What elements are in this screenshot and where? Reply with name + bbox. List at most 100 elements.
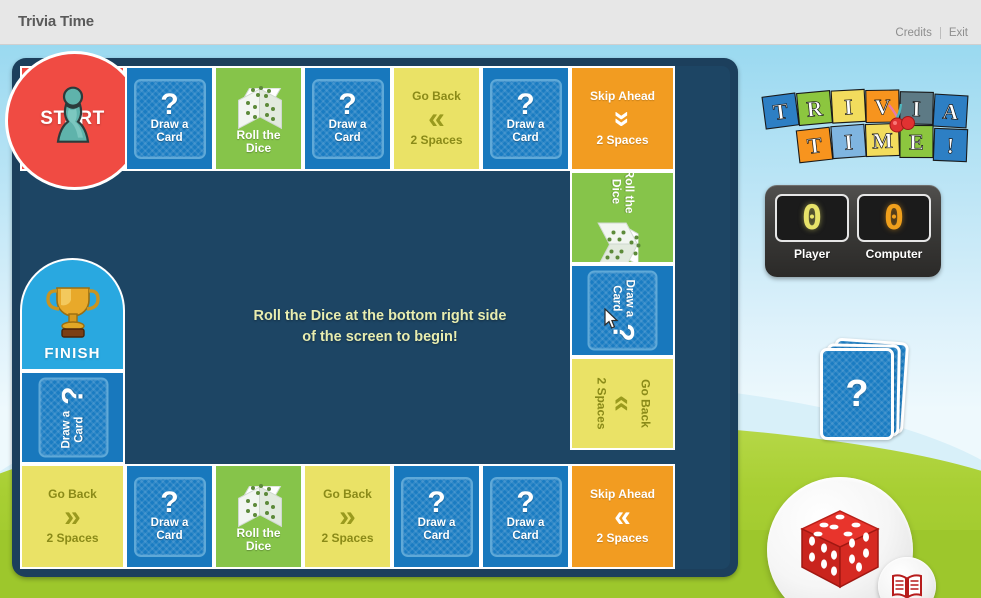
app-header-bar: Trivia Time Credits Exit (0, 0, 981, 45)
tile-label-line1: Draw a (150, 516, 189, 529)
logo-letter: I (912, 96, 921, 121)
game-board: START ? Draw a Card (5, 51, 738, 577)
tile-bottom-6-draw-card[interactable]: ? Draw a Card (481, 464, 570, 569)
question-mark-icon: ? (427, 486, 446, 520)
chevron-right-icon: » (339, 499, 356, 533)
tile-label-line2: Card (423, 530, 450, 543)
tile-label-bottom: 2 Spaces (321, 530, 374, 545)
rotated-content: Go Back « 2 Spaces (578, 359, 667, 448)
tile-label-bottom: 2 Spaces (594, 377, 609, 430)
tile-label-line1: Draw a (150, 118, 189, 131)
tile-label-line2: Card (156, 132, 183, 145)
instruction-line-2: of the screen to begin! (302, 329, 458, 346)
logo-letter: A (942, 99, 959, 125)
move-graphic: Go Back « 2 Spaces (410, 90, 462, 147)
player-score-value: 0 (801, 198, 823, 238)
computer-score-label: Computer (865, 247, 923, 261)
dice-icon (597, 222, 644, 262)
credits-link[interactable]: Credits (895, 27, 931, 39)
tile-label-line1: Draw a (622, 279, 635, 318)
tile-bottom-1-go-back[interactable]: Go Back » 2 Spaces (20, 464, 125, 569)
tile-right-2-draw-card[interactable]: Draw a Card ? (570, 264, 675, 357)
question-mark-icon: ? (338, 88, 357, 122)
tile-bottom-5-draw-card[interactable]: ? Draw a Card (392, 464, 481, 569)
trivia-time-logo: TRIVIA T I M E! (761, 88, 969, 164)
board-instruction-message: Roll the Dice at the bottom right side o… (180, 306, 580, 348)
tile-label-line1: Roll the (236, 525, 281, 540)
tile-finish[interactable]: FINISH (20, 258, 125, 371)
pawn-icon (56, 86, 89, 143)
logo-letter-tile: A (932, 93, 969, 129)
tile-top-4-go-back[interactable]: Go Back « 2 Spaces (392, 66, 481, 171)
tile-label-line2: Card (334, 132, 361, 145)
dice-icon (237, 481, 282, 527)
tile-label-line1: Draw a (60, 410, 73, 449)
logo-letter: E (909, 129, 924, 154)
tile-label-bottom: 2 Spaces (596, 530, 649, 545)
card-graphic: ? Draw a Card (489, 78, 562, 159)
book-icon (892, 574, 922, 598)
player-score-display: 0 (775, 194, 849, 242)
logo-letter-tile: T (761, 92, 800, 130)
chevron-right-icon: » (64, 499, 81, 533)
question-mark-icon: ? (160, 88, 179, 122)
move-graphic: Go Back « 2 Spaces (594, 377, 652, 430)
tile-label-line1: Draw a (328, 118, 367, 131)
tile-label-line1: Roll the (622, 171, 637, 214)
card-graphic: Draw a Card ? (587, 270, 658, 351)
tile-top-2-roll-dice[interactable]: Roll the Dice (214, 66, 303, 171)
tile-label-line2: Card (156, 530, 183, 543)
tile-right-3-go-back[interactable]: Go Back « 2 Spaces (570, 357, 675, 450)
tile-label-line1: Draw a (417, 516, 456, 529)
game-stage: START ? Draw a Card (0, 45, 981, 598)
header-links: Credits Exit (895, 27, 968, 39)
tile-top-5-draw-card[interactable]: ? Draw a Card (481, 66, 570, 171)
rotated-content: Roll the Dice (578, 171, 667, 262)
header-divider (939, 27, 941, 39)
card-graphic: ? Draw a Card (133, 78, 206, 159)
question-mark-icon: ? (516, 88, 535, 122)
card-graphic: ? Draw a Card (400, 476, 473, 557)
tile-label-line2: Dice (245, 140, 272, 155)
scoreboard: 0 Player 0 Computer (765, 185, 941, 277)
tile-bottom-2-draw-card[interactable]: ? Draw a Card (125, 464, 214, 569)
tile-label-bottom: 2 Spaces (46, 530, 99, 545)
move-graphic: Skip Ahead « 2 Spaces (590, 488, 655, 545)
tile-label-line2: Card (72, 416, 85, 443)
logo-letter-tile: T (795, 126, 834, 164)
question-mark-icon: ? (606, 323, 640, 342)
logo-letter-tile: V (865, 89, 900, 124)
logo-letter: I (844, 94, 854, 119)
tile-label-line2: Dice (245, 538, 272, 553)
dice-graphic-wrap: Roll the Dice (597, 171, 644, 262)
card-deck[interactable]: ? (812, 337, 912, 450)
tile-left-1-draw-card[interactable]: Draw a Card ? (20, 371, 125, 464)
tile-bottom-3-roll-dice[interactable]: Roll the Dice (214, 464, 303, 569)
card-graphic: ? Draw a Card (133, 476, 206, 557)
question-mark-icon: ? (516, 486, 535, 520)
card-graphic: Draw a Card ? (37, 377, 108, 458)
question-mark-icon: ? (160, 486, 179, 520)
tile-label-line1: Draw a (506, 118, 545, 131)
tile-start[interactable]: START (5, 51, 144, 190)
app-title: Trivia Time (18, 13, 94, 30)
chevron-left-icon: « (614, 499, 631, 533)
tile-bottom-7-skip-ahead[interactable]: Skip Ahead « 2 Spaces (570, 464, 675, 569)
logo-letter-tile: I (830, 123, 867, 160)
tile-top-3-draw-card[interactable]: ? Draw a Card (303, 66, 392, 171)
logo-letter-tile: E (899, 124, 934, 159)
tile-label-line2: Dice (609, 178, 624, 205)
chevron-left-icon: « (606, 395, 640, 412)
chevron-left-icon: « (428, 101, 445, 135)
tile-label-line2: Card (512, 530, 539, 543)
question-mark-icon: ? (845, 373, 869, 415)
tile-top-1-draw-card[interactable]: ? Draw a Card (125, 66, 214, 171)
tile-label-line2: Card (610, 285, 623, 312)
exit-link[interactable]: Exit (949, 27, 968, 39)
tile-top-6-skip-ahead[interactable]: Skip Ahead » 2 Spaces (570, 66, 675, 171)
tile-bottom-4-go-back[interactable]: Go Back » 2 Spaces (303, 464, 392, 569)
deck-card-front[interactable]: ? (820, 348, 894, 440)
tile-right-1-roll-dice[interactable]: Roll the Dice (570, 171, 675, 264)
game-board-track: START ? Draw a Card (5, 51, 730, 569)
tile-label-line1: Roll the (236, 127, 281, 142)
